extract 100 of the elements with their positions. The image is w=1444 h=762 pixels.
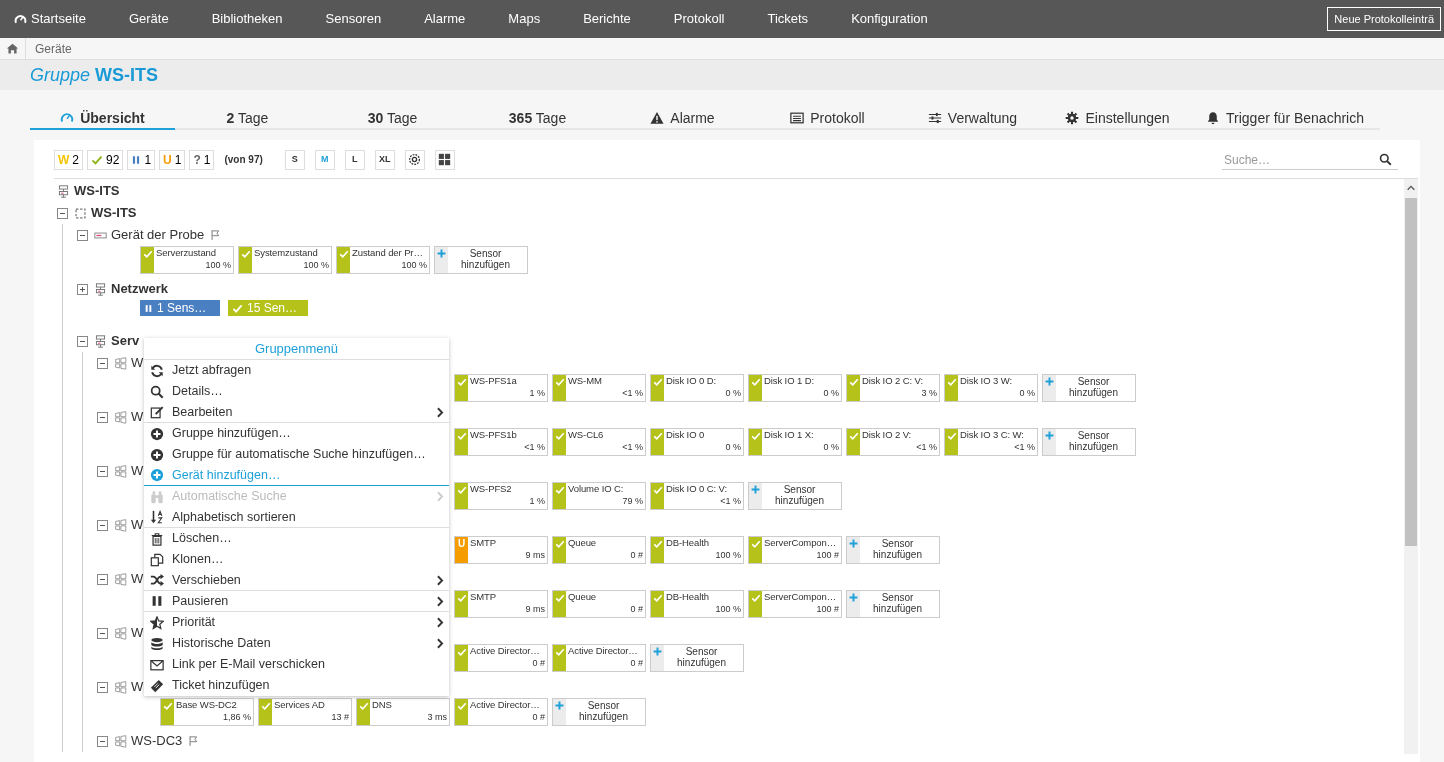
add-sensor-button[interactable]: Sensor hinzufügen <box>846 536 940 564</box>
sensor-tile[interactable]: SMTP 9 ms <box>454 590 548 618</box>
add-sensor-button[interactable]: Sensor hinzufügen <box>846 590 940 618</box>
sensor-tile[interactable]: Disk IO 3 C: W: <1 % <box>944 428 1038 456</box>
grid-view-button[interactable] <box>434 149 455 170</box>
sensor-tile[interactable]: WS-CL6 <1 % <box>552 428 646 456</box>
menu-item[interactable]: Historische Daten <box>144 633 449 654</box>
group-name[interactable]: WS-ITS <box>91 203 137 223</box>
menu-item[interactable]: Bearbeiten <box>144 402 449 423</box>
tab[interactable]: 2 Tage <box>175 108 320 130</box>
sensor-tile[interactable]: Disk IO 1 D: 0 % <box>748 374 842 402</box>
nav-link[interactable]: Konfiguration <box>851 9 928 29</box>
sensor-tile[interactable]: Disk IO 0 C: V: <1 % <box>650 482 744 510</box>
breadcrumb-link[interactable]: Geräte <box>26 39 72 58</box>
collapse-icon[interactable] <box>97 681 108 693</box>
sensor-tile[interactable]: Active Director… 0 # <box>552 644 646 672</box>
size-button[interactable]: S <box>284 149 305 170</box>
status-filter-button[interactable]: U 1 <box>159 149 186 170</box>
tab[interactable]: Übersicht <box>30 108 175 130</box>
sensor-summary-bar[interactable]: 1 Sens… <box>140 300 220 316</box>
nav-link[interactable]: Tickets <box>767 9 809 29</box>
settings-button[interactable] <box>404 149 425 170</box>
nav-link[interactable]: Berichte <box>583 9 631 29</box>
device-name[interactable]: W <box>131 569 144 589</box>
nav-link[interactable]: Bibliotheken <box>211 9 283 29</box>
device-name[interactable]: WS-DC3 <box>131 731 183 751</box>
device-name[interactable]: Gerät der Probe <box>111 225 205 245</box>
menu-item[interactable]: Klonen… <box>144 549 449 570</box>
scrollbar-thumb[interactable] <box>1405 198 1417 546</box>
menu-item[interactable]: Löschen… <box>144 528 449 549</box>
sensor-tile[interactable]: Disk IO 0 D: 0 % <box>650 374 744 402</box>
size-button[interactable]: L <box>344 149 365 170</box>
tab[interactable]: Einstellungen <box>1045 108 1190 130</box>
status-filter-button[interactable]: W 2 <box>54 149 83 170</box>
sensor-tile[interactable]: Serverzustand 100 % <box>140 246 234 274</box>
new-log-entries-button[interactable]: Neue Protokolleinträ <box>1327 6 1441 32</box>
device-name[interactable]: W <box>131 407 144 427</box>
status-filter-button[interactable]: 92 <box>87 149 124 170</box>
sensor-tile[interactable]: WS-PFS2 1 % <box>454 482 548 510</box>
sensor-tile[interactable]: Services AD 13 # <box>258 698 352 726</box>
sensor-tile[interactable]: ServerCompon… 100 # <box>748 590 842 618</box>
menu-item[interactable]: Gruppe hinzufügen… <box>144 423 449 444</box>
tab[interactable]: Verwaltung <box>900 108 1045 130</box>
sensor-tile[interactable]: WS-PFS1a 1 % <box>454 374 548 402</box>
menu-item[interactable]: Details… <box>144 381 449 402</box>
tab[interactable]: Trigger für Benachrich <box>1190 108 1380 130</box>
size-button[interactable]: XL <box>374 149 395 170</box>
scrollbar[interactable] <box>1404 179 1418 754</box>
sensor-tile[interactable]: DB-Health 100 % <box>650 536 744 564</box>
device-name[interactable]: W <box>131 515 144 535</box>
collapse-icon[interactable] <box>57 207 68 219</box>
menu-item[interactable]: Ticket hinzufügen <box>144 675 449 696</box>
collapse-icon[interactable] <box>97 519 108 531</box>
collapse-icon[interactable] <box>97 411 108 423</box>
collapse-icon[interactable] <box>97 465 108 477</box>
sensor-tile[interactable]: U SMTP 9 ms <box>454 536 548 564</box>
nav-link[interactable]: Protokoll <box>673 9 725 29</box>
device-name[interactable]: W <box>131 353 144 373</box>
collapse-icon[interactable] <box>97 357 108 369</box>
device-name[interactable]: W <box>131 677 144 697</box>
menu-item[interactable]: Jetzt abfragen <box>144 360 449 381</box>
group-name[interactable]: Netzwerk <box>111 279 169 299</box>
sensor-tile[interactable]: DB-Health 100 % <box>650 590 744 618</box>
sensor-tile[interactable]: Systemzustand 100 % <box>238 246 332 274</box>
menu-item[interactable]: Pausieren <box>144 591 449 612</box>
device-name[interactable]: W <box>131 623 144 643</box>
sensor-tile[interactable]: Zustand der Pr… 100 % <box>336 246 430 274</box>
sensor-tile[interactable]: Active Director… 0 # <box>454 698 548 726</box>
home-link[interactable]: Startseite <box>14 9 86 29</box>
sensor-tile[interactable]: Disk IO 1 X: 0 % <box>748 428 842 456</box>
sensor-tile[interactable]: Base WS-DC2 1,86 % <box>160 698 254 726</box>
sensor-tile[interactable]: Active Director… 0 # <box>454 644 548 672</box>
menu-item[interactable]: Gruppe für automatische Suche hinzufügen… <box>144 444 449 465</box>
sensor-tile[interactable]: Queue 0 # <box>552 536 646 564</box>
menu-item[interactable]: Verschieben <box>144 570 449 591</box>
sensor-tile[interactable]: Queue 0 # <box>552 590 646 618</box>
tab[interactable]: 365 Tage <box>465 108 610 130</box>
collapse-icon[interactable] <box>97 627 108 639</box>
collapse-icon[interactable] <box>97 735 108 747</box>
sensor-tile[interactable]: Disk IO 0 0 % <box>650 428 744 456</box>
sensor-tile[interactable]: WS-MM <1 % <box>552 374 646 402</box>
menu-item[interactable]: Priorität <box>144 612 449 633</box>
tab[interactable]: Protokoll <box>755 108 900 130</box>
sensor-tile[interactable]: DNS 3 ms <box>356 698 450 726</box>
sensor-tile[interactable]: Volume IO C: 79 % <box>552 482 646 510</box>
menu-item[interactable]: Link per E-Mail verschicken <box>144 654 449 675</box>
expand-icon[interactable] <box>77 283 88 295</box>
nav-link[interactable]: Maps <box>508 9 541 29</box>
sensor-tile[interactable]: WS-PFS1b <1 % <box>454 428 548 456</box>
add-sensor-button[interactable]: Sensor hinzufügen <box>1042 374 1136 402</box>
tab[interactable]: Alarme <box>610 108 755 130</box>
status-filter-button[interactable]: 1 <box>127 149 156 170</box>
group-name[interactable]: WS-ITS <box>74 181 120 201</box>
tab[interactable]: 30 Tage <box>320 108 465 130</box>
collapse-icon[interactable] <box>97 573 108 585</box>
sensor-tile[interactable]: Disk IO 2 C: V: 3 % <box>846 374 940 402</box>
menu-item[interactable]: Alphabetisch sortieren <box>144 507 449 528</box>
add-sensor-button[interactable]: Sensor hinzufügen <box>650 644 744 672</box>
add-sensor-button[interactable]: Sensor hinzufügen <box>552 698 646 726</box>
sensor-tile[interactable]: Disk IO 2 V: <1 % <box>846 428 940 456</box>
